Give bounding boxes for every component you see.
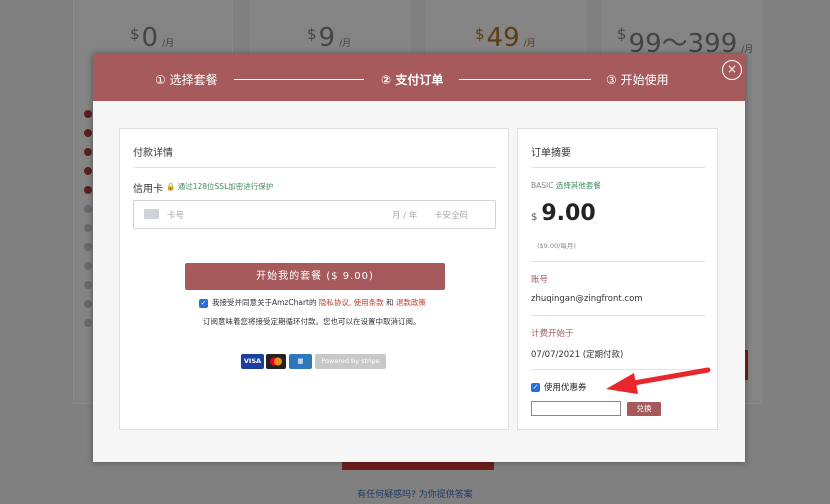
step-start-using: ③ 开始使用	[606, 73, 669, 87]
agree-text: 我接受并同意关于AmzChart的	[212, 298, 317, 307]
redeem-button[interactable]: 兑换	[627, 402, 661, 416]
terms-link[interactable]: 使用条款	[354, 298, 384, 307]
subscription-note: 订阅意味着您将接受定期循环付款。您也可以在设置中取消订阅。	[203, 317, 421, 326]
refund-link[interactable]: 退款政策	[396, 298, 426, 307]
feature-cross-icon	[84, 262, 92, 270]
privacy-link[interactable]: 隐私协议	[319, 298, 349, 307]
annotation-arrow-icon	[606, 367, 711, 394]
mastercard-logo	[266, 354, 286, 369]
credit-card-icon	[144, 209, 159, 219]
card-number-input[interactable]: 卡号	[167, 209, 184, 221]
feature-cross-icon	[84, 319, 92, 327]
feature-cross-icon	[84, 281, 92, 289]
plan-price: $0/月	[130, 23, 175, 53]
divider	[531, 315, 705, 316]
modal-body: 付款详情 信用卡 🔒 通过128位SSL加密进行保护 卡号 月 / 年 卡安全码…	[93, 101, 745, 462]
order-price: $9.00	[531, 201, 596, 226]
credit-card-label: 信用卡	[133, 184, 163, 195]
feature-cross-icon	[84, 243, 92, 251]
feature-cross-icon	[84, 205, 92, 213]
amex-logo: ▦	[289, 354, 312, 369]
checkout-modal: ① 选择套餐 ② 支付订单 ③ 开始使用 × 付款详情 信用卡 🔒 通过128位…	[93, 54, 745, 462]
billing-start-value: 07/07/2021 (定期付款)	[531, 350, 624, 360]
lock-icon: 🔒	[166, 182, 176, 191]
cvc-input[interactable]: 卡安全码	[434, 209, 468, 221]
feature-check-icon	[84, 148, 92, 156]
plan-name-row: BASIC 选择其他套餐	[531, 180, 601, 191]
stripe-logo: Powered by stripe	[315, 354, 386, 369]
plan-price: $49/月	[475, 23, 536, 53]
coupon-input[interactable]	[531, 401, 621, 416]
checkout-steps-header: ① 选择套餐 ② 支付订单 ③ 开始使用 ×	[93, 54, 745, 101]
step-pay-order: ② 支付订单	[381, 73, 444, 87]
start-subscription-button[interactable]: 开始我的套餐 ($ 9.00)	[185, 263, 445, 290]
feature-cross-icon	[84, 224, 92, 232]
order-summary-title: 订单摘要	[531, 148, 571, 159]
account-label: 账号	[531, 275, 549, 285]
divider	[531, 261, 705, 262]
visa-logo: VISA	[241, 354, 264, 369]
ssl-note-text: 通过128位SSL加密进行保护	[177, 182, 274, 191]
coupon-checkbox[interactable]: ✓	[531, 383, 540, 392]
coupon-toggle: ✓ 使用优惠券	[531, 381, 587, 393]
price-note: ($9.00/每月)	[537, 242, 576, 250]
plan-name: BASIC	[531, 181, 554, 190]
close-icon[interactable]: ×	[722, 60, 742, 80]
agree-checkbox[interactable]: ✓	[199, 298, 208, 308]
feature-cross-icon	[84, 300, 92, 308]
step-divider	[234, 79, 364, 80]
coupon-label: 使用优惠券	[544, 383, 587, 393]
expiry-input[interactable]: 月 / 年	[392, 209, 417, 221]
card-input[interactable]: 卡号 月 / 年 卡安全码	[133, 200, 496, 229]
feature-check-icon	[84, 129, 92, 137]
payment-details-title: 付款详情	[133, 148, 173, 159]
account-value: zhuqingan@zingfront.com	[531, 294, 643, 304]
terms-agreement: ✓ 我接受并同意关于AmzChart的 隐私协议, 使用条款 和 退款政策	[199, 298, 426, 308]
help-link[interactable]: 有任何疑惑吗? 为你提供答案	[0, 487, 830, 500]
divider	[133, 167, 496, 168]
divider	[531, 167, 705, 168]
feature-check-icon	[84, 167, 92, 175]
ssl-note: 🔒 通过128位SSL加密进行保护	[166, 181, 273, 192]
step-select-plan: ① 选择套餐	[155, 73, 218, 87]
payment-details-panel: 付款详情 信用卡 🔒 通过128位SSL加密进行保护 卡号 月 / 年 卡安全码…	[119, 128, 509, 430]
feature-check-icon	[84, 110, 92, 118]
and-text: 和	[386, 298, 394, 307]
change-plan-link[interactable]: 选择其他套餐	[556, 181, 601, 190]
step-divider	[459, 79, 591, 80]
billing-start-label: 计费开始于	[531, 329, 574, 339]
feature-check-icon	[84, 186, 92, 194]
plan-price: $9/月	[307, 23, 352, 53]
